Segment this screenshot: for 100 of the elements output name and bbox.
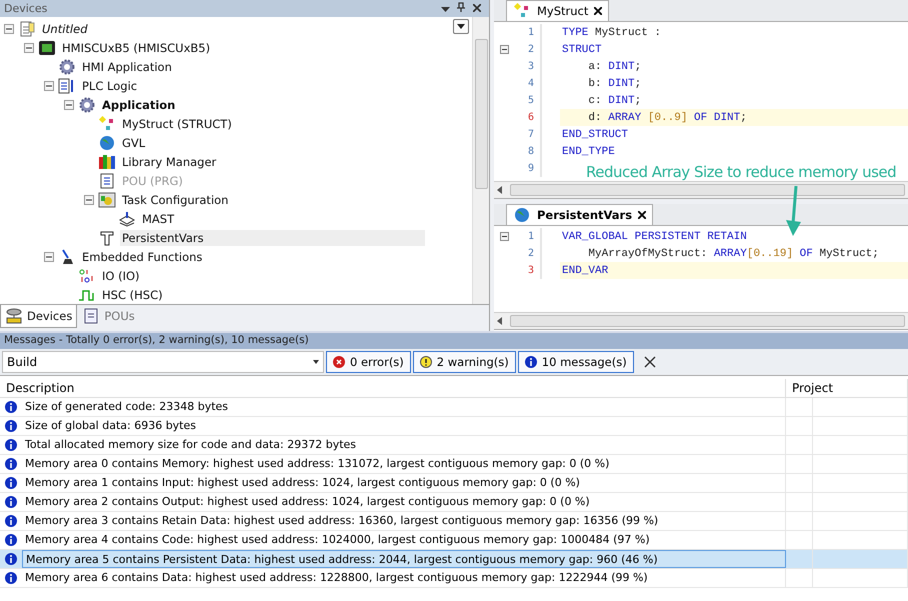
column-header[interactable]: Project [786, 379, 908, 397]
info-icon [5, 420, 17, 432]
scroll-left-icon[interactable] [497, 186, 502, 194]
dropdown-button[interactable] [453, 19, 469, 34]
globe-icon [98, 134, 116, 150]
code-line: VAR_GLOBAL PERSISTENT RETAIN [562, 230, 747, 242]
table-cell: Memory area 6 contains Data: highest used address: 1228800, largest contiguous memory gap: 1222944 (99 %) [22, 569, 786, 587]
message-row[interactable]: Memory area 5 contains Persistent Data: highest used address: 2044, largest contiguous memory gap: 960 (46 %) [0, 550, 908, 569]
tree-item[interactable]: HSC (HSC) [100, 286, 165, 302]
table-cell: Memory area 1 contains Input: highest used address: 1024, largest contiguous memory gap: 0 (0 %) [22, 474, 786, 492]
tree-item[interactable]: Embedded Functions [80, 248, 204, 264]
line-number: 3 [528, 265, 534, 276]
tree-item[interactable]: MyStruct (STRUCT) [120, 116, 234, 132]
code-line: END_TYPE [562, 146, 615, 158]
collapse-icon[interactable] [24, 42, 34, 52]
horizontal-scrollbar[interactable] [494, 312, 908, 329]
gear-icon [78, 96, 96, 112]
tree-item[interactable]: Application [100, 96, 178, 112]
filter-button[interactable]: 2 warning(s) [412, 351, 516, 373]
table-cell: Size of generated code: 23348 bytes [22, 398, 786, 416]
collapse-icon[interactable] [64, 100, 74, 110]
line-number: 5 [528, 95, 534, 106]
line-number: 1 [528, 231, 534, 242]
panel-title: Devices [4, 2, 48, 15]
tree-item[interactable]: MAST [140, 210, 176, 226]
scroll-left-icon[interactable] [497, 317, 502, 325]
tree-item[interactable]: Library Manager [120, 154, 218, 170]
info-icon [5, 534, 17, 546]
info-icon [5, 439, 17, 451]
globe-icon [513, 207, 531, 223]
editor-tab[interactable]: PersistentVars [506, 204, 654, 225]
annotation-arrow [785, 186, 803, 238]
message-row[interactable]: Total allocated memory size for code and data: 29372 bytes [0, 436, 908, 455]
devices-icon [5, 308, 23, 324]
caret-icon[interactable] [440, 7, 450, 12]
line-number: 8 [528, 146, 534, 157]
horizontal-scrollbar[interactable] [494, 181, 908, 198]
line-number: 4 [528, 78, 534, 89]
tree-item[interactable]: IO (IO) [100, 268, 142, 284]
books-icon [98, 154, 116, 170]
collapse-icon[interactable] [500, 45, 509, 54]
collapse-icon[interactable] [500, 232, 509, 241]
message-row[interactable]: Memory area 6 contains Data: highest used address: 1228800, largest contiguous memory gap: 1222944 (99 %) [0, 569, 908, 588]
code-line: END_STRUCT [562, 128, 628, 140]
collapse-icon[interactable] [44, 80, 54, 90]
editor-tab[interactable]: MyStruct [506, 0, 610, 21]
collapse-icon[interactable] [44, 252, 54, 262]
message-row[interactable]: Size of generated code: 23348 bytes [0, 398, 908, 417]
message-row[interactable]: Memory area 1 contains Input: highest used address: 1024, largest contiguous memory gap: 0 (0 %) [0, 474, 908, 493]
info-icon [5, 515, 17, 527]
page-icon [82, 308, 100, 324]
table-cell: Memory area 4 contains Code: highest used address: 1024000, largest contiguous memory gap: 1000484 (97 %) [22, 531, 786, 549]
tree-item[interactable]: Task Configuration [120, 192, 230, 208]
tree-item[interactable]: PersistentVars [120, 230, 425, 246]
message-row[interactable]: Memory area 4 contains Code: highest used address: 1024000, largest contiguous memory gap: 1000484 (97 %) [0, 531, 908, 550]
message-row[interactable]: Memory area 3 contains Retain Data: highest used address: 16360, largest contiguous memory gap: 16356 (99 %) [0, 512, 908, 531]
info-icon [5, 401, 17, 413]
messages-title: Messages - Totally 0 error(s), 2 warning(s), 10 message(s) [0, 333, 908, 349]
info-icon [524, 356, 537, 368]
close-icon[interactable] [473, 4, 481, 12]
collapse-icon[interactable] [84, 194, 94, 204]
shapes-icon [513, 3, 531, 19]
table-cell: Memory area 5 contains Persistent Data: highest used address: 2044, largest contiguous memory gap: 960 (46 %) [22, 550, 786, 568]
code-line: a: DINT; [587, 60, 642, 72]
filter-button[interactable]: 10 message(s) [518, 351, 634, 373]
code-line: MyArrayOfMyStruct: ARRAY[0..19] OF MyStruct; [587, 248, 879, 260]
stack-icon [118, 210, 136, 226]
column-header[interactable]: Description [0, 379, 786, 397]
code-line: c: DINT; [587, 94, 642, 106]
message-row[interactable]: Memory area 0 contains Memory: highest used address: 131072, largest contiguous memory gap: 0 (0 %) [0, 455, 908, 474]
category-dropdown[interactable]: Build [2, 351, 324, 373]
close-icon[interactable] [638, 211, 646, 219]
info-icon [5, 496, 17, 508]
line-number: 2 [528, 44, 534, 55]
tree-item[interactable]: PLC Logic [80, 78, 140, 94]
filter-button[interactable]: 0 error(s) [326, 351, 411, 373]
message-row[interactable]: Memory area 2 contains Output: highest used address: 1024, largest contiguous memory gap: 0 (0 %) [0, 493, 908, 512]
table-cell: Memory area 0 contains Memory: highest used address: 131072, largest contiguous memory gap: 0 (0 %) [22, 455, 786, 473]
collapse-icon[interactable] [4, 24, 14, 34]
line-number: 1 [528, 27, 534, 38]
vertical-scrollbar[interactable] [472, 17, 489, 304]
code-line: STRUCT [562, 44, 602, 56]
panel-tab[interactable]: Devices [0, 305, 78, 328]
line-number: 3 [528, 61, 534, 72]
panel-tab[interactable]: POUs [77, 305, 140, 328]
message-row[interactable]: Size of global data: 6936 bytes [0, 417, 908, 436]
tree-item[interactable]: HMI Application [80, 58, 174, 74]
gear-icon [58, 58, 76, 74]
tasks-icon [98, 192, 116, 208]
tree-item[interactable]: GVL [120, 134, 148, 150]
table-cell: Memory area 3 contains Retain Data: highest used address: 16360, largest contiguous memory gap: 16356 (99 %) [22, 512, 786, 530]
tree-item[interactable]: HMISCUxB5 (HMISCUxB5) [60, 40, 212, 56]
clear-icon[interactable] [644, 356, 656, 368]
line-number: 6 [528, 112, 534, 123]
close-icon[interactable] [594, 7, 602, 15]
line-number: 9 [528, 163, 534, 174]
warning-icon [420, 356, 432, 368]
pin-icon[interactable] [457, 2, 465, 12]
code-line: TYPE MyStruct : [562, 26, 662, 38]
tree-item[interactable]: Untitled [40, 20, 90, 36]
